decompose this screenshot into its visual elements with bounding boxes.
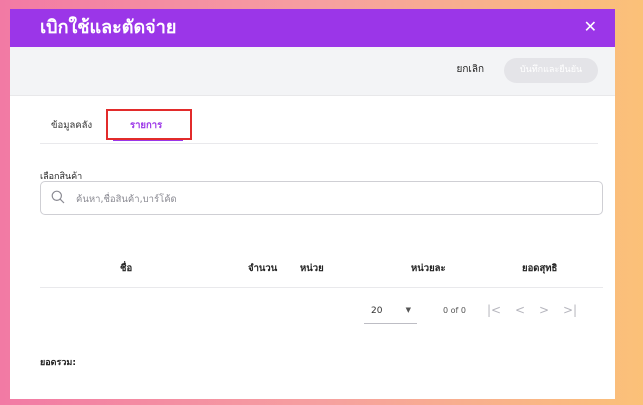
rows-per-page-select[interactable]: 20 ▼ [364, 299, 417, 324]
rows-per-page-value: 20 [371, 306, 383, 316]
column-unit: หน่วย [300, 263, 324, 274]
dialog-toolbar: ยกเลิก บันทึกและยืนยัน [10, 47, 615, 96]
table-header: ชื่อ จำนวน หน่วย หน่วยละ ยอดสุทธิ [40, 257, 603, 288]
last-page-icon[interactable]: >| [563, 303, 577, 317]
product-search [40, 181, 603, 215]
column-unit-price: หน่วยละ [411, 263, 446, 274]
next-page-icon[interactable]: > [539, 303, 549, 317]
column-name: ชื่อ [120, 263, 133, 274]
dialog-title: เบิกใช้และตัดจ่าย [40, 17, 177, 38]
save-confirm-button[interactable]: บันทึกและยืนยัน [504, 58, 598, 83]
pagination: 20 ▼ 0 of 0 |< < > >| [10, 296, 615, 326]
chevron-down-icon: ▼ [405, 306, 411, 314]
search-icon [51, 190, 65, 204]
total-label: ยอดรวม: [40, 358, 76, 368]
close-icon[interactable]: ✕ [584, 17, 597, 37]
tab-bar: ข้อมูลคลัง รายการ [40, 109, 598, 144]
first-page-icon[interactable]: |< [487, 303, 501, 317]
cancel-button[interactable]: ยกเลิก [456, 63, 484, 77]
withdraw-dialog: เบิกใช้และตัดจ่าย ✕ ยกเลิก บันทึกและยืนย… [10, 9, 615, 399]
tab-stock-info[interactable]: ข้อมูลคลัง [51, 119, 92, 133]
dialog-header: เบิกใช้และตัดจ่าย ✕ [10, 9, 615, 47]
pagination-range: 0 of 0 [443, 306, 466, 315]
prev-page-icon[interactable]: < [515, 303, 525, 317]
column-net-total: ยอดสุทธิ [522, 263, 558, 274]
column-quantity: จำนวน [248, 263, 278, 274]
product-search-input[interactable] [74, 188, 558, 210]
tab-highlight-box [106, 109, 192, 140]
